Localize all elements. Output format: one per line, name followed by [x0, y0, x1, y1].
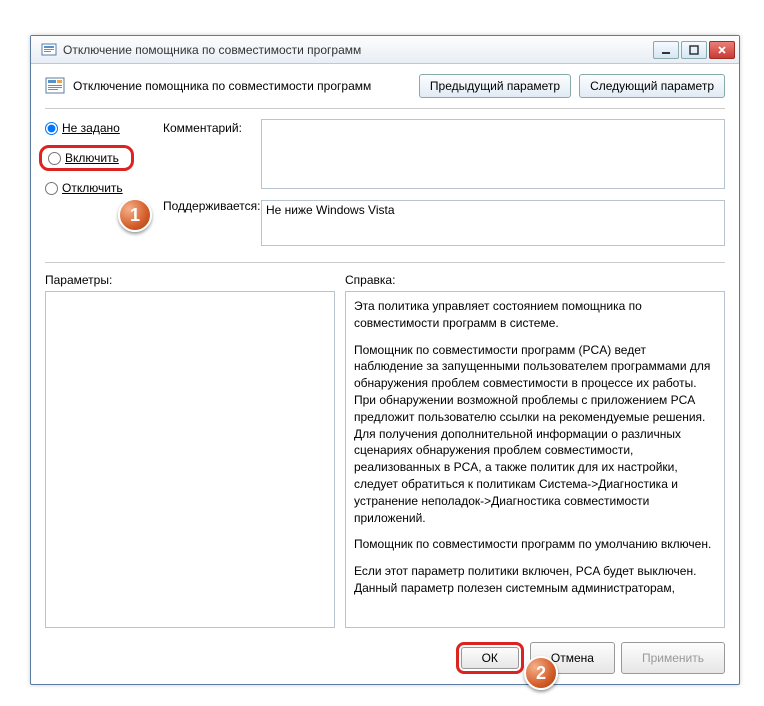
next-param-button[interactable]: Следующий параметр	[579, 74, 725, 98]
minimize-button[interactable]	[653, 41, 679, 59]
radio-not-configured-input[interactable]	[45, 122, 58, 135]
radio-not-configured[interactable]: Не задано	[45, 121, 155, 135]
header-row: Отключение помощника по совместимости пр…	[45, 74, 725, 109]
apply-button[interactable]: Применить	[621, 642, 725, 674]
radio-enabled-input[interactable]	[48, 152, 61, 165]
enable-highlight: Включить	[39, 145, 134, 171]
app-icon	[41, 42, 57, 58]
close-button[interactable]	[709, 41, 735, 59]
ok-button[interactable]: ОК	[461, 647, 519, 669]
supported-box: Не ниже Windows Vista	[261, 200, 725, 246]
footer-buttons: ОК Отмена Применить	[45, 628, 725, 674]
help-p: Если этот параметр политики включен, PCA…	[354, 563, 716, 597]
labels-col: Комментарий: Поддерживается:	[163, 119, 253, 213]
maximize-button[interactable]	[681, 41, 707, 59]
titlebar: Отключение помощника по совместимости пр…	[31, 36, 739, 64]
radio-enabled-label: Включить	[65, 151, 119, 165]
radio-disabled-label: Отключить	[62, 181, 123, 195]
radio-group: Не задано Включить Отключить	[45, 119, 155, 195]
window-controls	[653, 41, 735, 59]
lower-panels: Параметры: Справка: Эта политика управля…	[45, 273, 725, 628]
help-label: Справка:	[345, 273, 725, 287]
radio-not-configured-label: Не задано	[62, 121, 120, 135]
radio-disabled-input[interactable]	[45, 182, 58, 195]
help-p: Помощник по совместимости программ по ум…	[354, 536, 716, 553]
radio-disabled[interactable]: Отключить	[45, 181, 155, 195]
ok-highlight: ОК	[456, 642, 524, 674]
prev-param-button[interactable]: Предыдущий параметр	[419, 74, 571, 98]
help-text[interactable]: Эта политика управляет состоянием помощн…	[345, 291, 725, 628]
window-title: Отключение помощника по совместимости пр…	[63, 43, 653, 57]
fields-col: Не ниже Windows Vista	[261, 119, 725, 246]
supported-label: Поддерживается:	[163, 197, 253, 213]
dialog-window: Отключение помощника по совместимости пр…	[30, 35, 740, 685]
header-title: Отключение помощника по совместимости пр…	[73, 79, 411, 93]
params-col: Параметры:	[45, 273, 335, 628]
comment-label: Комментарий:	[163, 119, 253, 197]
policy-icon	[45, 76, 65, 96]
comment-textarea[interactable]	[261, 119, 725, 189]
radio-enabled[interactable]: Включить	[48, 151, 125, 165]
help-p: Эта политика управляет состоянием помощн…	[354, 298, 716, 332]
params-label: Параметры:	[45, 273, 335, 287]
help-col: Справка: Эта политика управляет состояни…	[345, 273, 725, 628]
callout-1: 1	[118, 198, 152, 232]
help-p: Помощник по совместимости программ (PCA)…	[354, 342, 716, 527]
dialog-content: Отключение помощника по совместимости пр…	[31, 64, 739, 684]
params-listbox[interactable]	[45, 291, 335, 628]
divider	[45, 262, 725, 263]
callout-2: 2	[524, 656, 558, 690]
